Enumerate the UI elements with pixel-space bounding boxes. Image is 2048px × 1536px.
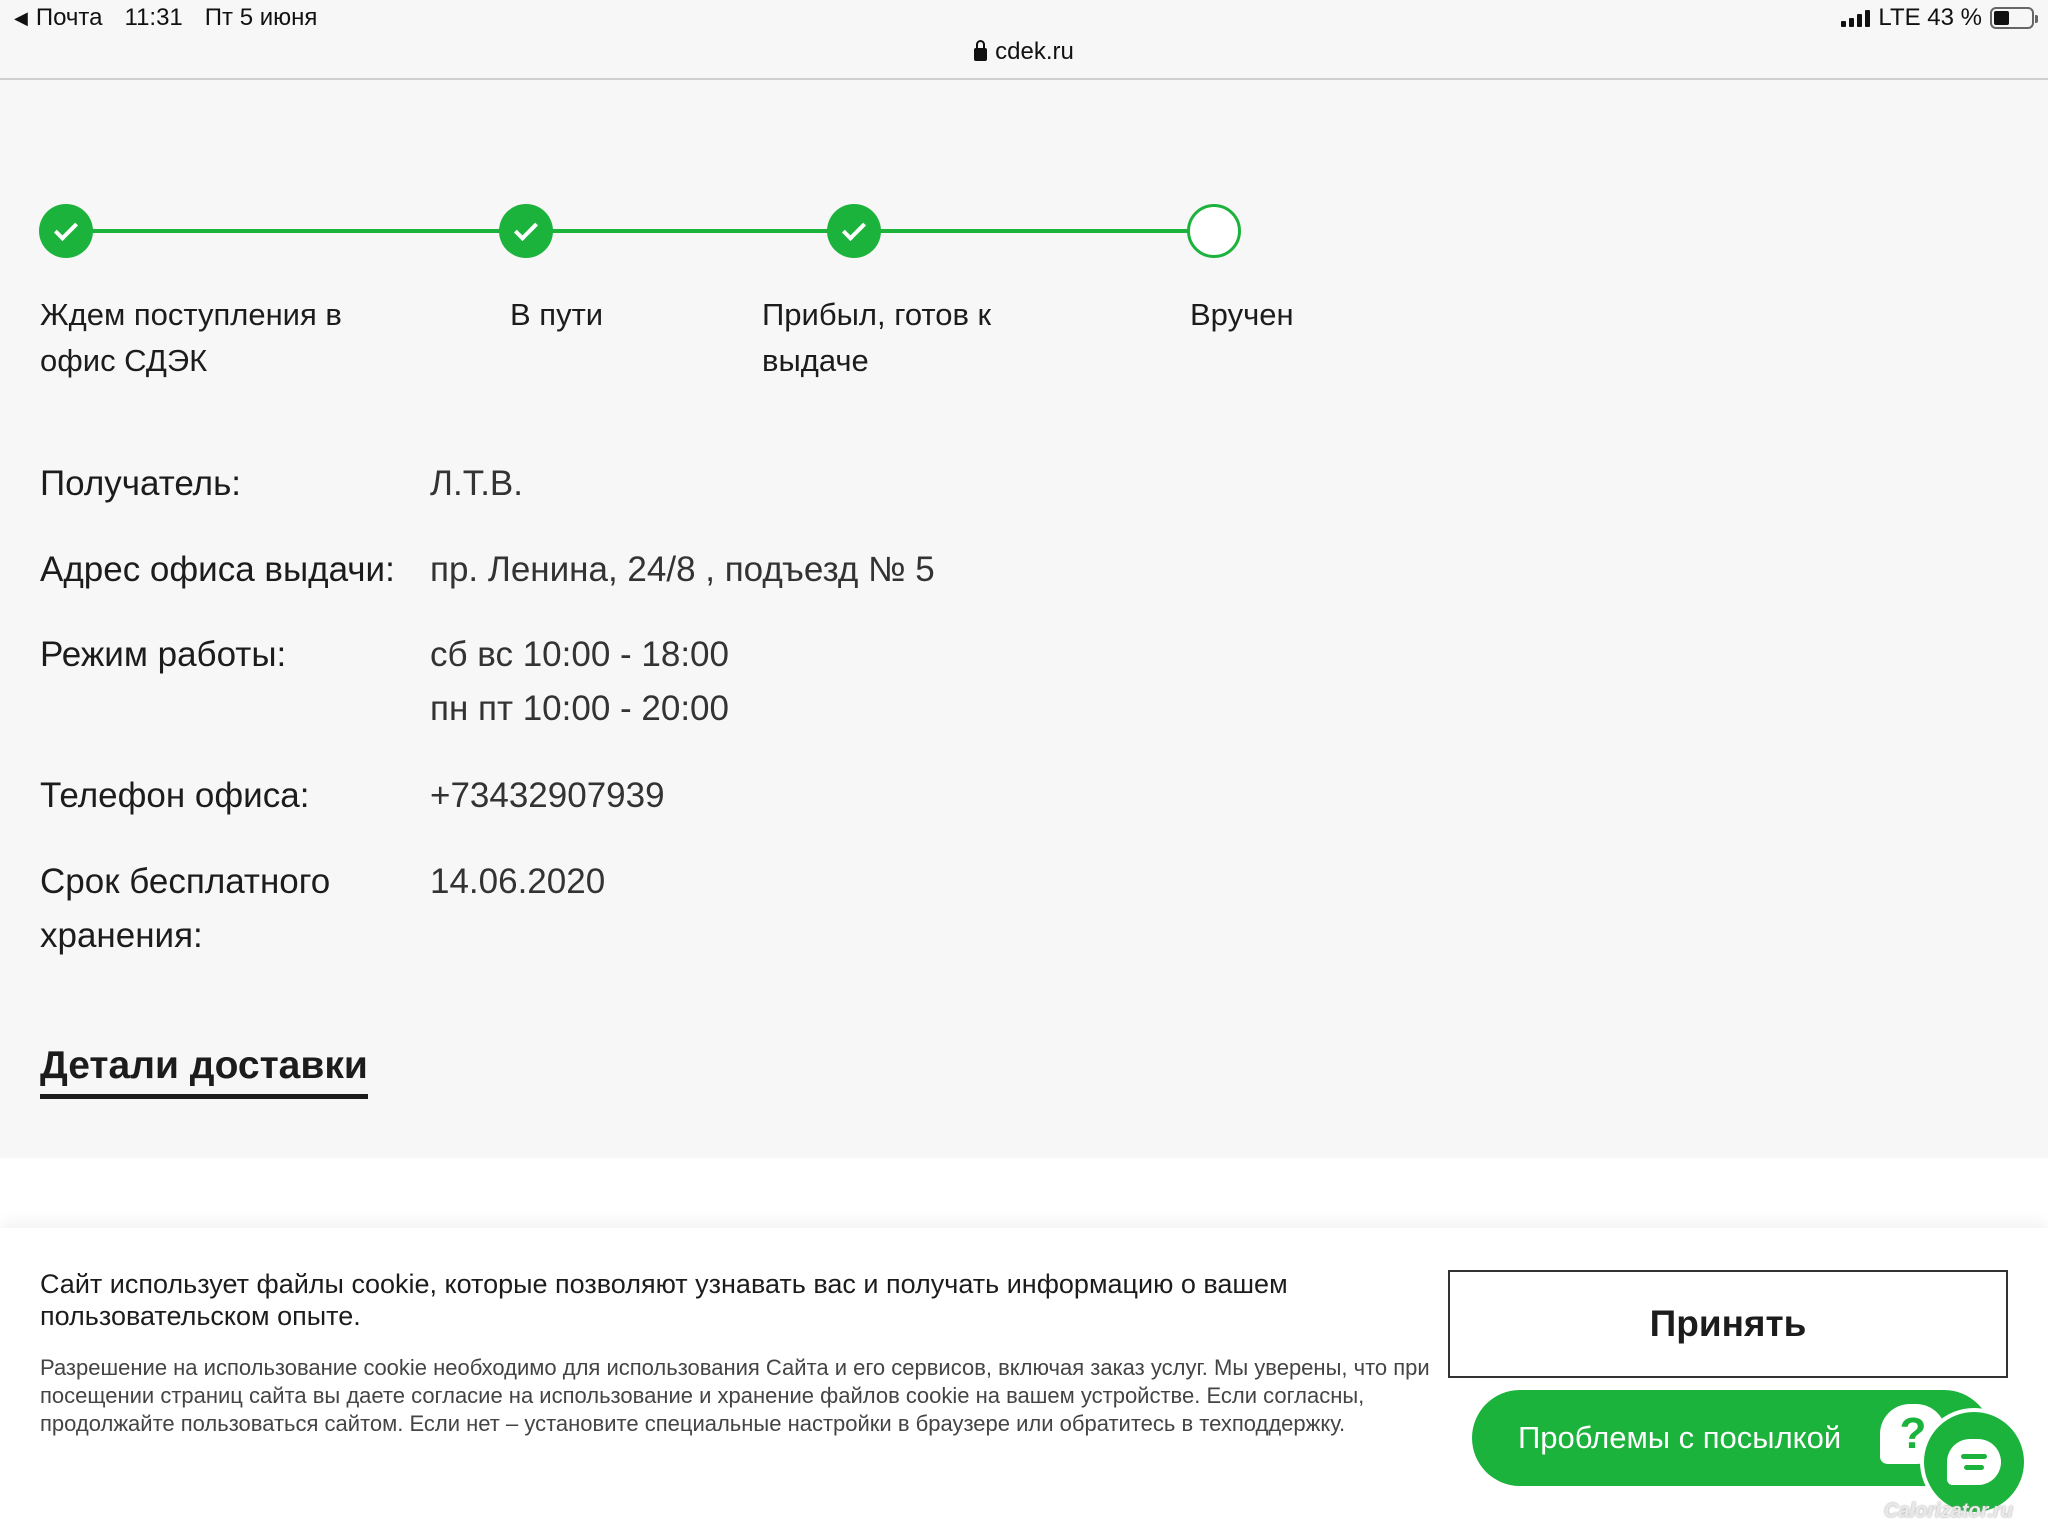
step-label-in-transit: В пути xyxy=(510,297,604,332)
hours-label: Режим работы: xyxy=(40,635,287,674)
track-line-1 xyxy=(90,229,500,233)
step-label-waiting: Ждем поступления в офис СДЭК xyxy=(40,297,342,378)
cookie-banner: Сайт использует файлы cookie, которые по… xyxy=(0,1228,2048,1536)
lock-icon xyxy=(974,40,988,61)
hours-line-2: пн пт 10:00 - 20:00 xyxy=(430,689,729,728)
phone-value[interactable]: +73432907939 xyxy=(430,769,665,823)
clock: 11:31 xyxy=(124,4,183,31)
url-text: cdek.ru xyxy=(995,38,1074,65)
step-dot-arrived xyxy=(827,204,881,258)
step-dot-in-transit xyxy=(499,204,553,258)
status-bar: ◀ Почта 11:31 Пт 5 июня LTE 43 % cdek.ru xyxy=(0,0,2048,80)
address-value: пр. Ленина, 24/8 , подъезд № 5 xyxy=(430,550,935,589)
storage-label-line-1: Срок бесплатного xyxy=(40,862,331,901)
step-label-delivered: Вручен xyxy=(1190,297,1294,332)
check-icon xyxy=(513,216,539,242)
check-icon xyxy=(53,216,79,242)
parcel-problems-label: Проблемы с посылкой xyxy=(1518,1420,1842,1455)
phone-label: Телефон офиса: xyxy=(40,776,310,815)
step-dot-waiting xyxy=(39,204,93,258)
recipient-value: Л.Т.В. xyxy=(430,464,523,503)
storage-label-line-2: хранения: xyxy=(40,916,203,955)
back-app-link[interactable]: Почта xyxy=(36,4,103,32)
track-line-3 xyxy=(880,229,1190,233)
status-bar-left: ◀ Почта 11:31 Пт 5 июня xyxy=(14,4,317,32)
parcel-problems-button[interactable]: Проблемы с посылкой ? xyxy=(1472,1390,1992,1486)
step-dot-delivered xyxy=(1187,204,1241,258)
chat-bubble-icon xyxy=(1947,1439,2001,1485)
step-label-arrived: Прибыл, готов к выдаче xyxy=(762,297,992,378)
hours-line-1: сб вс 10:00 - 18:00 xyxy=(430,635,729,674)
accept-cookie-button[interactable]: Принять xyxy=(1448,1270,2008,1378)
recipient-label: Получатель: xyxy=(40,464,242,503)
battery-icon xyxy=(1990,7,2038,29)
status-bar-right: LTE 43 % xyxy=(1841,4,2038,32)
date: Пт 5 июня xyxy=(204,4,318,31)
back-triangle-icon[interactable]: ◀ xyxy=(14,8,28,29)
url-bar[interactable]: cdek.ru xyxy=(0,38,2048,66)
cookie-text: Разрешение на использование cookie необх… xyxy=(40,1355,1430,1436)
cookie-title: Сайт использует файлы cookie, которые по… xyxy=(40,1269,1288,1331)
address-label: Адрес офиса выдачи: xyxy=(40,550,395,589)
delivery-details-link[interactable]: Детали доставки xyxy=(40,1040,368,1099)
watermark: Calorizator.ru xyxy=(1884,1500,2013,1522)
check-icon xyxy=(841,216,867,242)
cellular-signal-icon xyxy=(1841,9,1871,27)
network-battery-text: LTE 43 % xyxy=(1878,4,1982,31)
track-line-2 xyxy=(550,229,830,233)
storage-value: 14.06.2020 xyxy=(430,862,606,901)
